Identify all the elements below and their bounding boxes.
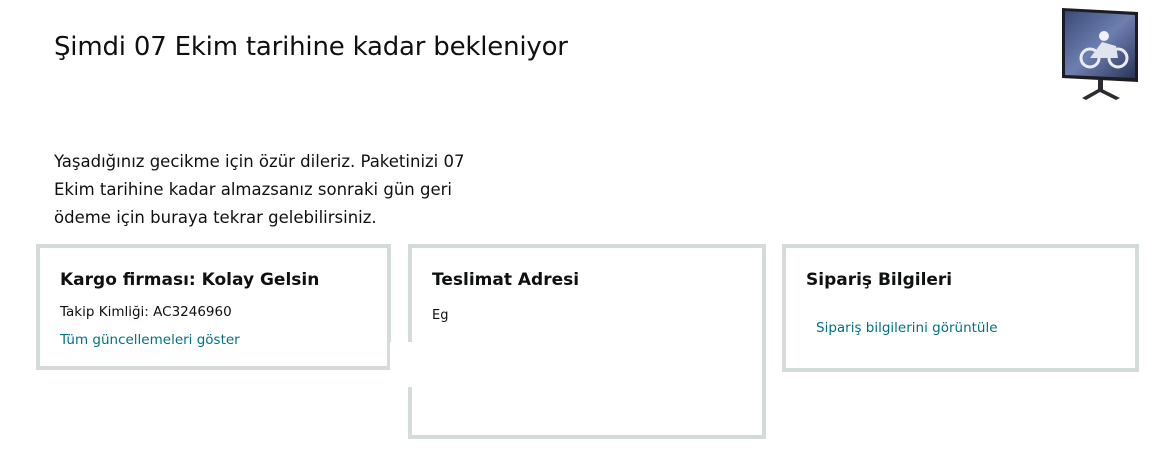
delivery-status-page: Şimdi 07 Ekim tarihine kadar bekleniyor — [0, 0, 1171, 473]
show-all-updates-link[interactable]: Tüm güncellemeleri göster — [60, 332, 240, 348]
tracking-id-row: Takip Kimliği: AC3246960 — [60, 304, 232, 320]
tracking-id-label: Takip Kimliği: — [60, 304, 154, 320]
product-thumbnail[interactable] — [1060, 6, 1140, 102]
monitor-product-image — [1062, 8, 1138, 100]
shipping-carrier-card: Kargo firması: Kolay Gelsin Takip Kimliğ… — [36, 244, 391, 370]
redaction-mask — [412, 387, 762, 435]
delivery-estimate-headline: Şimdi 07 Ekim tarihine kadar bekleniyor — [54, 32, 568, 62]
recipient-name: Eg — [432, 308, 449, 323]
order-info-title: Sipariş Bilgileri — [806, 270, 953, 290]
order-info-card: Sipariş Bilgileri Sipariş bilgilerini gö… — [782, 244, 1139, 372]
view-order-details-link[interactable]: Sipariş bilgilerini görüntüle — [816, 320, 998, 336]
delay-apology-message: Yaşadığınız gecikme için özür dileriz. P… — [54, 152, 465, 227]
carrier-title: Kargo firması: Kolay Gelsin — [60, 270, 320, 290]
delivery-address-title: Teslimat Adresi — [432, 270, 580, 290]
redaction-mask — [390, 342, 762, 387]
tracking-id-value: AC3246960 — [153, 304, 232, 320]
